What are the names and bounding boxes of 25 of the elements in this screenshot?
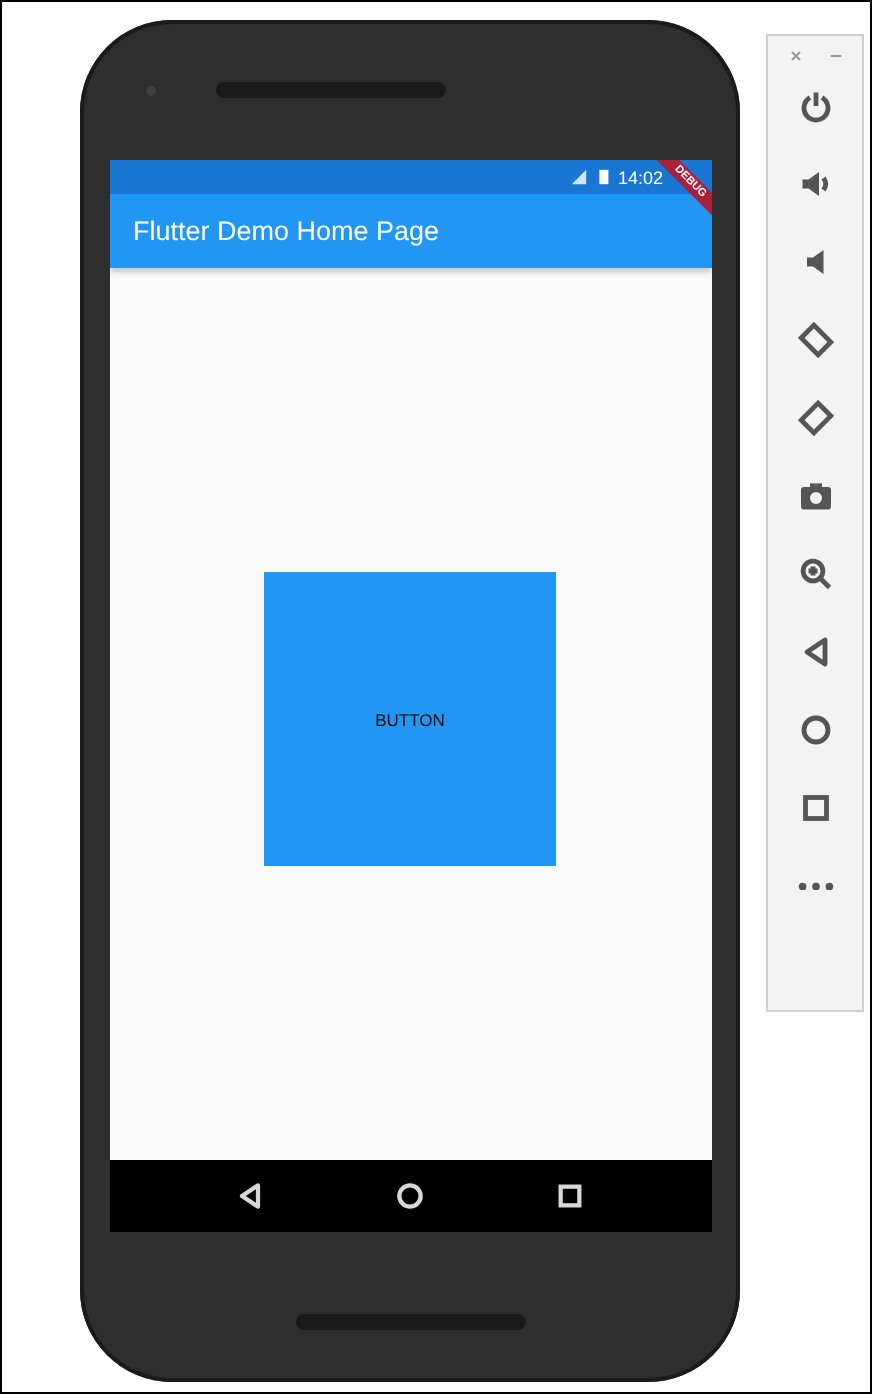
more-icon (797, 881, 833, 891)
home-icon (393, 1180, 426, 1212)
rotate-left-button[interactable] (797, 322, 833, 358)
rotate-left-icon (797, 322, 833, 358)
rotate-right-button[interactable] (797, 400, 833, 436)
signal-icon (569, 168, 588, 186)
square-icon (554, 1180, 587, 1212)
home-button[interactable] (797, 712, 833, 748)
power-button[interactable] (797, 88, 833, 124)
button[interactable]: BUTTON (264, 572, 556, 866)
volume-up-icon (797, 166, 833, 202)
home-icon (797, 712, 833, 748)
square-icon (797, 790, 833, 826)
home-button[interactable] (393, 1180, 426, 1212)
power-icon (797, 88, 833, 124)
battery-icon (593, 168, 612, 186)
square-button[interactable] (554, 1180, 587, 1212)
close-button[interactable] (787, 48, 803, 64)
square-button[interactable] (797, 790, 833, 826)
rotate-right-icon (797, 400, 833, 436)
zoom-icon (797, 556, 833, 592)
close-icon (787, 48, 803, 64)
volume-up-button[interactable] (797, 166, 833, 202)
app-bar-title: Flutter Demo Home Page (133, 216, 440, 246)
zoom-button[interactable] (797, 556, 833, 592)
